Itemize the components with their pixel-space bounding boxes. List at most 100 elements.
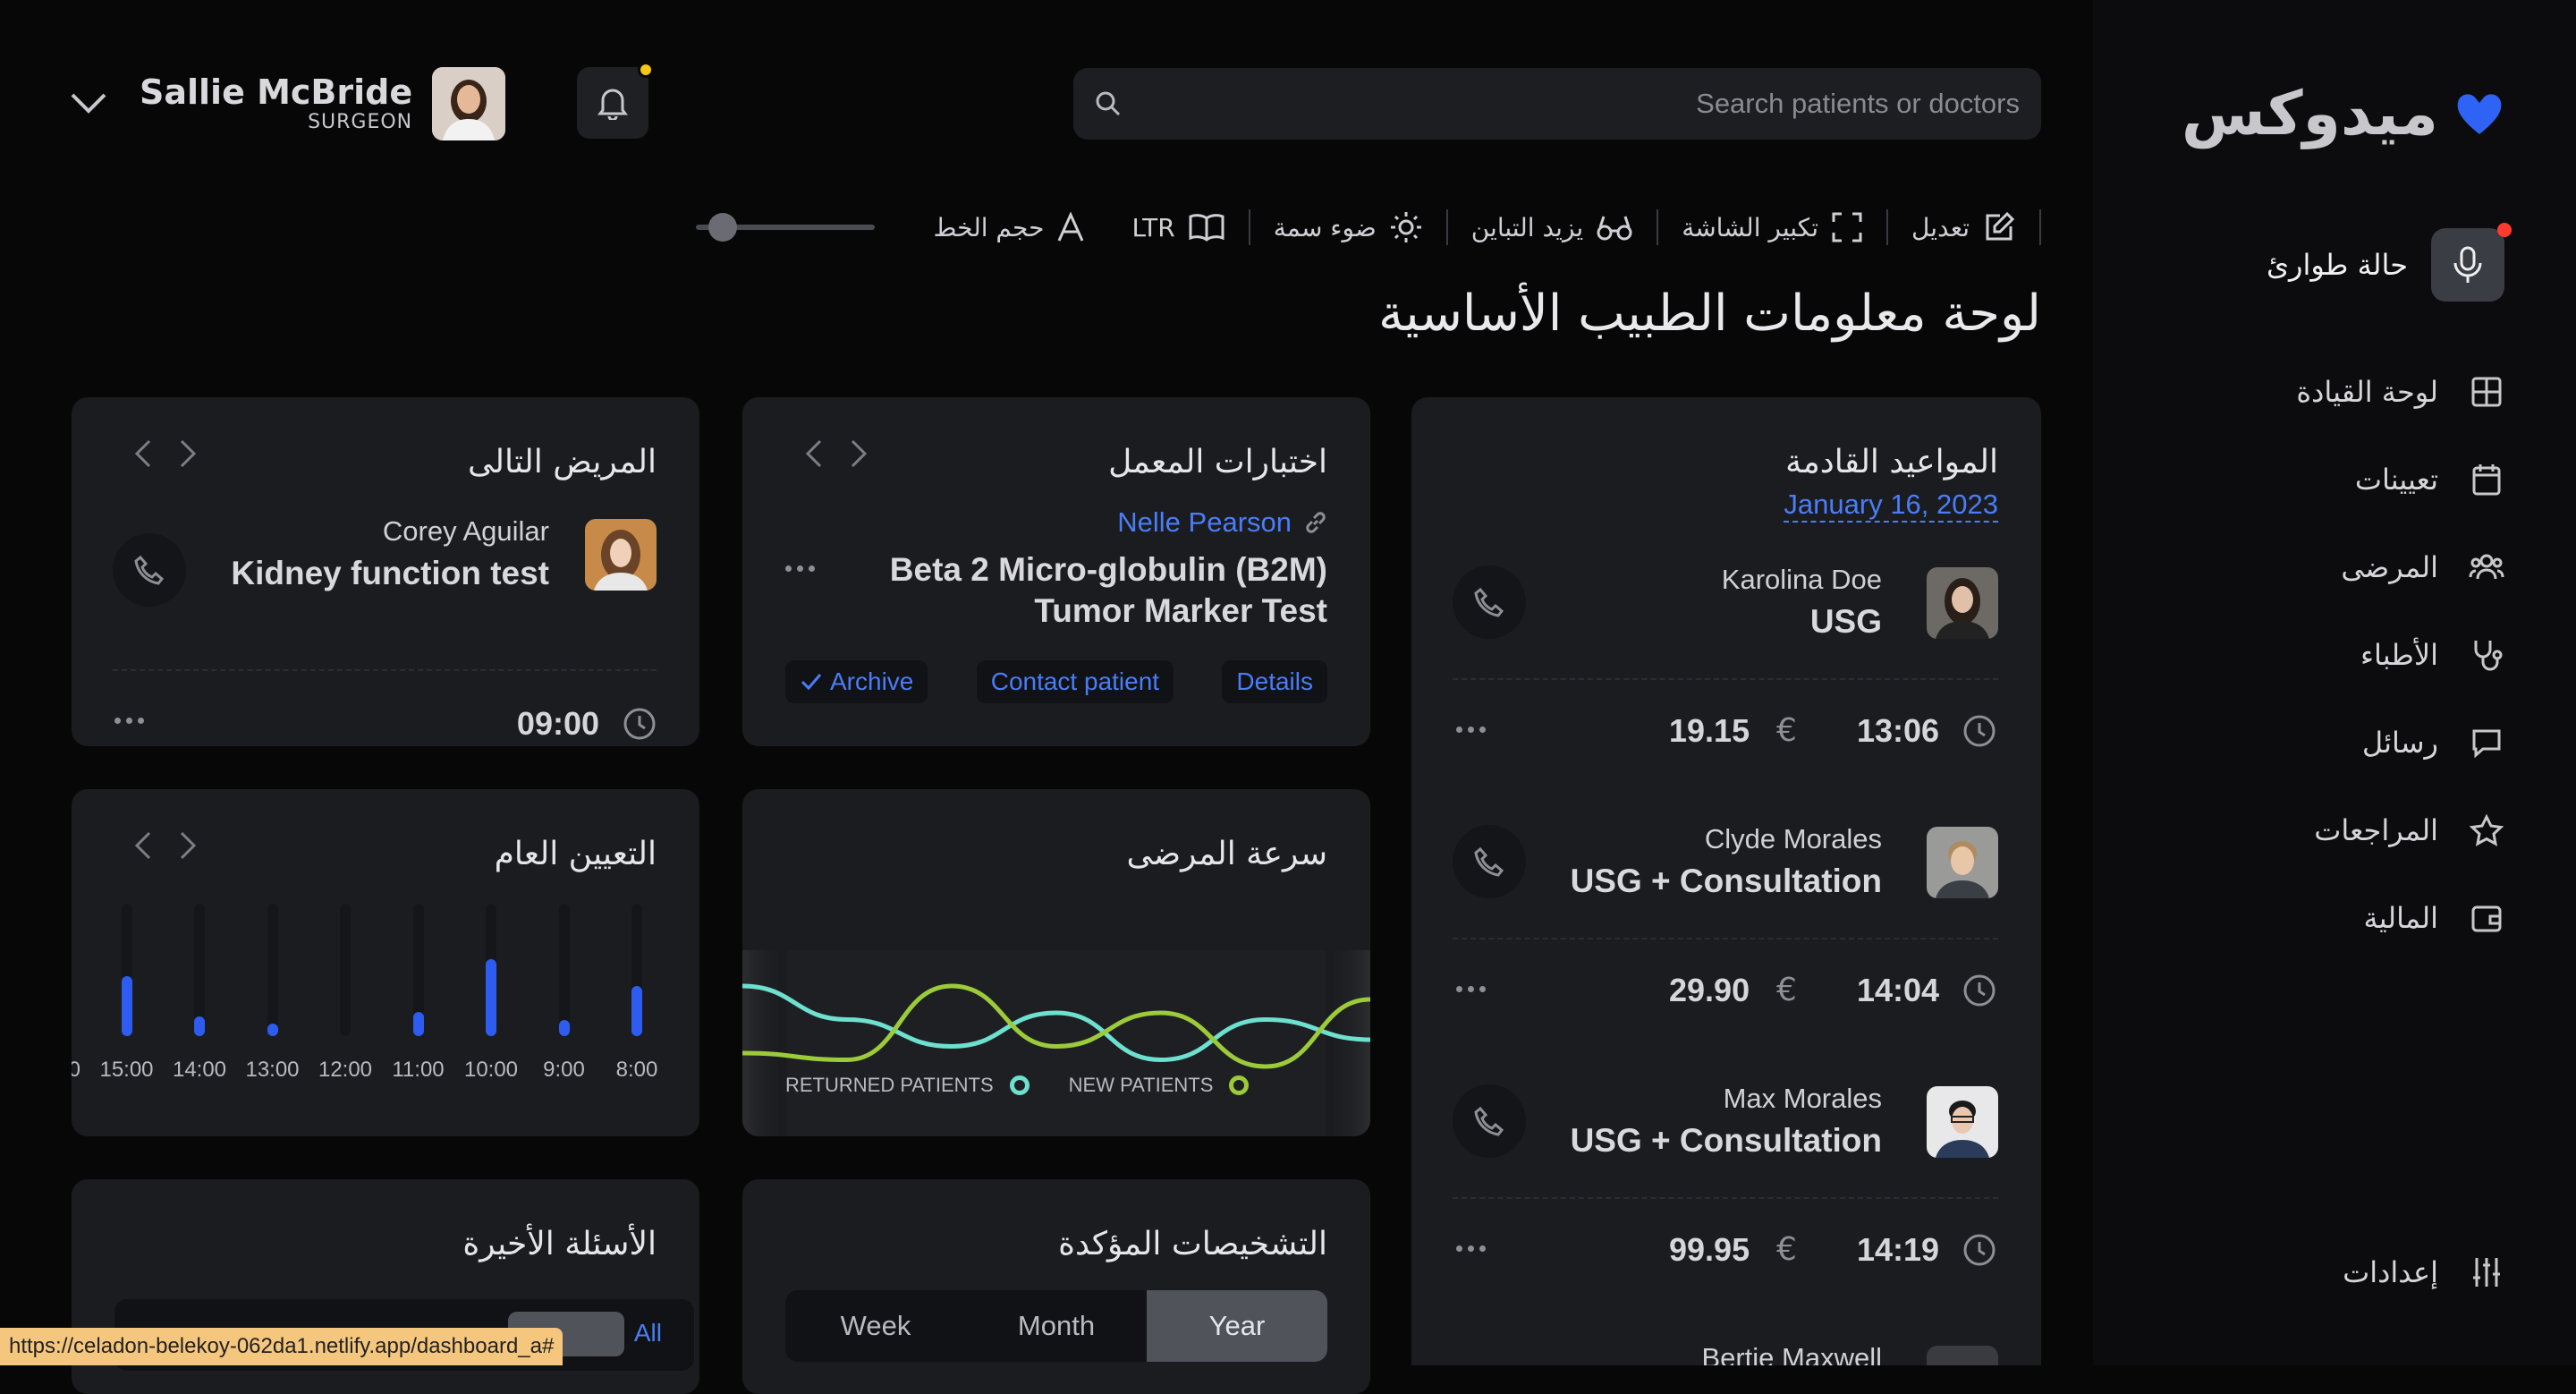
patient-photo [1927,567,1998,639]
more-options[interactable] [1456,986,1486,992]
clock-icon [1962,1233,1996,1267]
lab-tests-card: اختبارات المعمل Nelle Pearson Beta 2 Mic… [742,397,1370,746]
appointment-price: 29.90 [1669,972,1750,1008]
emergency-button[interactable]: حالة طوارئ [2267,223,2512,302]
direction-button[interactable]: LTR [1108,213,1248,242]
sidebar-item-doctors[interactable]: الأطباء [2360,637,2504,673]
general-appointment-card: التعيين العام [72,789,699,1136]
legend-new-label: NEW PATIENTS [1068,1074,1214,1096]
call-button[interactable] [1453,1084,1526,1158]
notification-badge [638,62,654,78]
chevron-right-icon[interactable] [179,438,197,469]
emergency-indicator [2497,223,2512,237]
call-button[interactable] [1453,565,1526,639]
theme-button[interactable]: ضوء سمة [1250,210,1446,244]
call-button[interactable] [1453,825,1526,898]
appointment-time: 14:04 [1857,972,1940,1008]
diagnoses-title: التشخيصات المؤكدة [1058,1226,1327,1262]
row-divider [1453,1197,1998,1199]
slider-handle[interactable] [708,213,737,242]
patient-name: Clyde Morales [1704,823,1882,854]
chevron-left-icon[interactable] [805,438,823,469]
legend-returned-marker [1009,1075,1030,1095]
microphone-icon [2450,245,2486,285]
archive-button[interactable]: Archive [785,660,928,703]
font-size-icon [1056,212,1085,242]
theme-label: ضوء سمة [1273,212,1377,242]
sidebar-item-label: الأطباء [2360,638,2438,672]
fullscreen-button[interactable]: تكبير الشاشة [1658,211,1886,243]
user-menu[interactable]: Sallie McBride SURGEON [70,63,412,143]
chevron-left-icon[interactable] [134,438,152,469]
recent-questions-title: الأسئلة الأخيرة [462,1226,657,1262]
more-options[interactable] [1456,727,1486,733]
patient-name: Karolina Doe [1721,564,1882,595]
sidebar-item-messages[interactable]: رسائل [2362,725,2504,761]
more-options[interactable] [785,565,815,572]
lab-patient-link[interactable]: Nelle Pearson [1117,506,1327,539]
lab-actions: Archive Contact patient Details [785,660,1327,703]
font-size-control[interactable]: حجم الخط [911,212,1109,242]
sliders-icon [2469,1254,2504,1290]
service-name: USG + Consultation [1570,1122,1882,1159]
contact-patient-button[interactable]: Contact patient [976,660,1174,703]
chevron-right-icon[interactable] [179,830,197,861]
sidebar-item-label: المالية [2363,901,2438,935]
direction-label: LTR [1131,212,1175,242]
details-button[interactable]: Details [1222,660,1327,703]
chevron-right-icon[interactable] [850,438,868,469]
chart-legend: RETURNED PATIENTS NEW PATIENTS [785,1074,1250,1097]
sidebar-item-reviews[interactable]: المراجعات [2314,812,2504,848]
sidebar-item-dashboard[interactable]: لوحة القيادة [2296,374,2504,410]
filter-all[interactable]: All [634,1319,662,1347]
legend-returned-label: RETURNED PATIENTS [785,1074,994,1096]
emergency-label: حالة طوارئ [2267,248,2408,282]
patient-photo [1927,827,1998,898]
pencil-icon [1982,210,2016,244]
wallet-icon [2469,900,2504,936]
call-button[interactable] [113,533,186,607]
patient-name: Bertie Maxwell [1701,1342,1882,1365]
sidebar-item-label: المرضى [2341,550,2438,584]
more-options[interactable] [1456,1245,1486,1252]
sidebar-item-settings[interactable]: إعدادات [2343,1254,2504,1290]
pager [805,438,868,469]
lab-test-line2: Tumor Marker Test [1034,592,1327,629]
phone-icon [1474,587,1504,617]
tab-month[interactable]: Month [966,1290,1147,1362]
row-divider [113,669,657,671]
patient-rate-card: سرعة المرضى RETURNED PATIENTS NEW PATIEN… [742,789,1370,1136]
message-icon [2469,725,2504,761]
clock-icon [1962,973,1996,1007]
next-patient-card: المريض التالى Corey Aguilar Kidney funct… [72,397,699,746]
search-bar[interactable]: Search patients or doctors [1073,68,2041,140]
tab-week[interactable]: Week [785,1290,966,1362]
next-patient-name: Corey Aguilar [382,515,549,547]
sidebar-item-patients[interactable]: المرضى [2341,549,2504,585]
patient-photo [1927,1346,1998,1365]
search-input[interactable]: Search patients or doctors [1122,88,2020,120]
emergency-mic[interactable] [2431,223,2512,302]
chevron-down-icon[interactable] [70,91,107,115]
user-name: Sallie McBride [140,72,413,112]
edit-button[interactable]: تعديل [1888,210,2039,244]
font-size-slider[interactable] [695,213,875,242]
sidebar-item-appointments[interactable]: تعيينات [2355,462,2504,497]
patient-photo [585,519,657,591]
contrast-button[interactable]: يزيد التباين [1448,213,1657,242]
avatar[interactable] [432,67,505,140]
link-icon [1304,511,1327,534]
more-options[interactable] [114,718,144,724]
date-picker[interactable]: January 16, 2023 [1784,489,1998,523]
tab-year[interactable]: Year [1147,1290,1327,1362]
notifications-button[interactable] [577,62,654,139]
bell-icon [597,86,628,120]
lab-patient-name: Nelle Pearson [1117,506,1292,538]
sun-icon [1389,210,1423,244]
next-patient-test: Kidney function test [231,555,549,591]
logo[interactable]: ميدوكس [2182,70,2504,157]
contrast-label: يزيد التباين [1470,212,1584,242]
chevron-left-icon[interactable] [134,830,152,861]
sidebar-item-finance[interactable]: المالية [2364,900,2504,936]
pager [134,438,197,469]
